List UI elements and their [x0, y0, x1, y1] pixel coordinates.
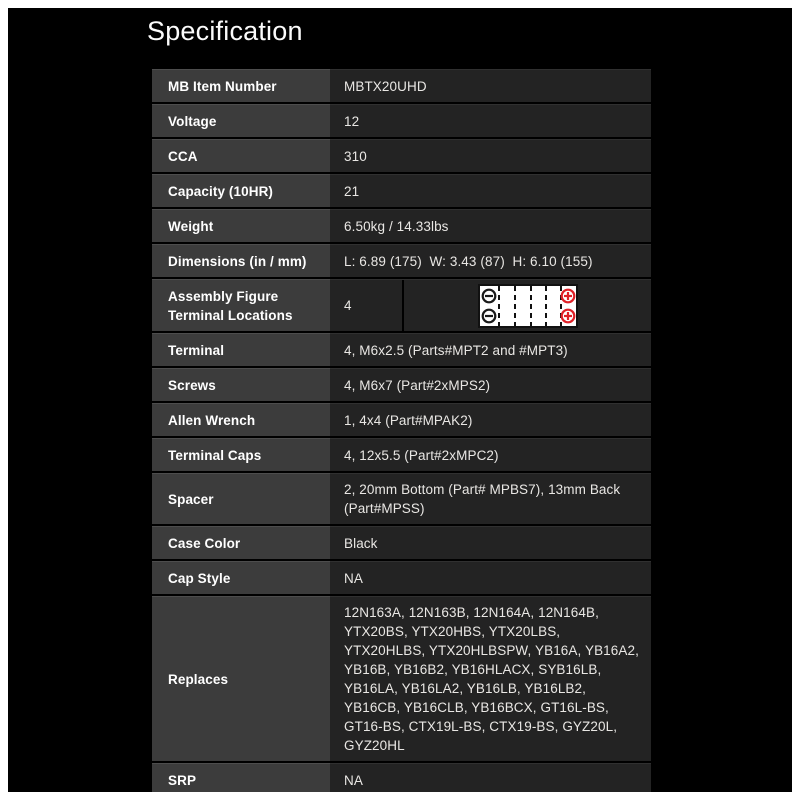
- spec-row-value: Black: [330, 526, 651, 559]
- spec-row: Weight6.50kg / 14.33lbs: [152, 209, 651, 242]
- spec-row: Terminal4, M6x2.5 (Parts#MPT2 and #MPT3): [152, 333, 651, 366]
- spec-row-label: Spacer: [152, 473, 330, 524]
- spec-row: SRPNA: [152, 763, 651, 792]
- assembly-figure-count: 4: [330, 280, 402, 331]
- spec-row: Voltage12: [152, 104, 651, 137]
- spec-row: Capacity (10HR)21: [152, 174, 651, 207]
- spec-row-value: NA: [330, 561, 651, 594]
- spec-row-value: 4, M6x2.5 (Parts#MPT2 and #MPT3): [330, 333, 651, 366]
- spec-row: Cap StyleNA: [152, 561, 651, 594]
- spec-row: Screws4, M6x7 (Part#2xMPS2): [152, 368, 651, 401]
- spec-row-label: Replaces: [152, 596, 330, 761]
- page-title: Specification: [147, 16, 792, 47]
- spec-row-value: 2, 20mm Bottom (Part# MPBS7), 13mm Back …: [330, 473, 651, 524]
- spec-row-value: L: 6.89 (175) W: 3.43 (87) H: 6.10 (155): [330, 244, 651, 277]
- spec-row-label: Case Color: [152, 526, 330, 559]
- spec-row-value: 4, M6x7 (Part#2xMPS2): [330, 368, 651, 401]
- spec-row-label: SRP: [152, 763, 330, 792]
- spec-row-label: CCA: [152, 139, 330, 172]
- spec-row-value: 6.50kg / 14.33lbs: [330, 209, 651, 242]
- spec-row-value: 1, 4x4 (Part#MPAK2): [330, 403, 651, 436]
- spec-panel: Specification MB Item NumberMBTX20UHDVol…: [8, 8, 792, 792]
- spec-row: Terminal Caps4, 12x5.5 (Part#2xMPC2): [152, 438, 651, 471]
- spec-row-value: NA: [330, 763, 651, 792]
- battery-terminal-diagram: [478, 284, 578, 328]
- spec-row: MB Item NumberMBTX20UHD: [152, 69, 651, 102]
- spec-row-value: 4, 12x5.5 (Part#2xMPC2): [330, 438, 651, 471]
- spec-row-label: MB Item Number: [152, 69, 330, 102]
- spec-row-label: Cap Style: [152, 561, 330, 594]
- spec-row-value: MBTX20UHD: [330, 69, 651, 102]
- spec-row-value: 310: [330, 139, 651, 172]
- spec-row-label: Dimensions (in / mm): [152, 244, 330, 277]
- spec-row-label: Allen Wrench: [152, 403, 330, 436]
- spec-row: Assembly Figure Terminal Locations4: [152, 279, 651, 331]
- spec-row-value: 12N163A, 12N163B, 12N164A, 12N164B, YTX2…: [330, 596, 651, 761]
- spec-row: CCA310: [152, 139, 651, 172]
- assembly-figure-area: [404, 280, 651, 331]
- spec-row: Replaces12N163A, 12N163B, 12N164A, 12N16…: [152, 596, 651, 761]
- spec-row-label: Voltage: [152, 104, 330, 137]
- spec-row-label: Terminal Caps: [152, 438, 330, 471]
- spec-row-label: Terminal: [152, 333, 330, 366]
- spec-row: Case ColorBlack: [152, 526, 651, 559]
- spec-row: Dimensions (in / mm)L: 6.89 (175) W: 3.4…: [152, 244, 651, 277]
- spec-table: MB Item NumberMBTX20UHDVoltage12CCA310Ca…: [152, 69, 651, 792]
- spec-row-label: Assembly Figure Terminal Locations: [152, 279, 330, 331]
- spec-row: Spacer2, 20mm Bottom (Part# MPBS7), 13mm…: [152, 473, 651, 524]
- spec-row-label: Weight: [152, 209, 330, 242]
- spec-row: Allen Wrench1, 4x4 (Part#MPAK2): [152, 403, 651, 436]
- spec-row-label: Capacity (10HR): [152, 174, 330, 207]
- spec-row-value: 12: [330, 104, 651, 137]
- spec-row-value: 21: [330, 174, 651, 207]
- assembly-figure-cell: 4: [330, 279, 651, 331]
- spec-row-label: Screws: [152, 368, 330, 401]
